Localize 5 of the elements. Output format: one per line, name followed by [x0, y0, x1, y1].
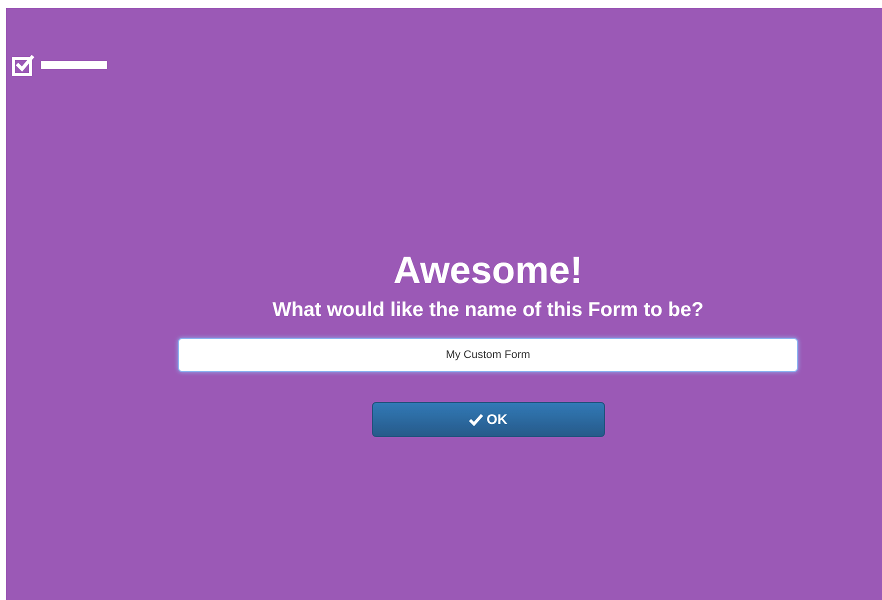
- question-text: What would like the name of this Form to be?: [272, 298, 704, 323]
- form-name-field[interactable]: My Custom Form: [178, 338, 798, 372]
- heading: Awesome!: [393, 249, 583, 294]
- checkmark-icon: [468, 414, 482, 426]
- ok-button[interactable]: OK: [372, 402, 604, 437]
